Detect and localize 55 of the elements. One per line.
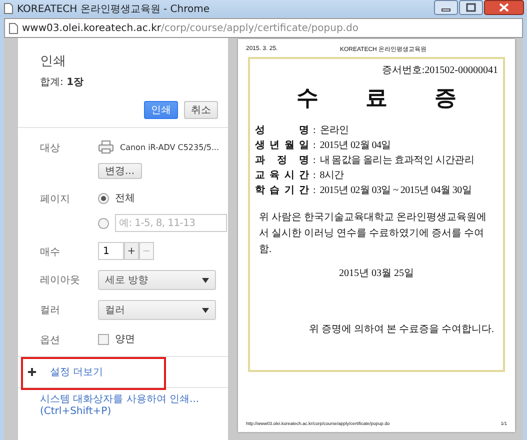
plus-icon <box>28 368 36 376</box>
copies-field[interactable]: 1 <box>98 242 124 260</box>
caret-icon <box>202 278 209 282</box>
certificate-number: 증서번호:201502-00000041 <box>382 64 498 77</box>
increment-button[interactable]: + <box>124 242 139 260</box>
field-label: 생 년 월 일 <box>255 139 309 153</box>
setting-label: 컬러 <box>40 304 61 317</box>
field-label: 성 명 <box>255 124 309 138</box>
field-value: 8시간 <box>320 169 344 183</box>
dropdown[interactable]: 컬러 <box>98 300 216 320</box>
field-colon: : <box>313 139 316 153</box>
setting-label: 대상 <box>40 142 61 155</box>
field-value: 내 몸값을 올리는 효과적인 시간관리 <box>320 154 474 168</box>
field-value: 2015년 02월 03일 ~ 2015년 04월 30일 <box>320 184 472 198</box>
issue-date: 2015년 03월 25일 <box>339 267 414 280</box>
maximize-icon[interactable] <box>459 0 483 15</box>
dialog-title: 인쇄 <box>40 53 66 70</box>
field-value: 온라인 <box>320 124 349 138</box>
field-label: 학 습 기 간 <box>255 184 309 198</box>
caret-icon <box>202 308 209 312</box>
minimize-icon[interactable] <box>434 0 458 15</box>
setting-label: 레이아웃 <box>40 274 81 287</box>
setting-label: 옵션 <box>40 334 61 347</box>
closing-text: 위 증명에 의하여 본 수료증을 수여합니다. <box>309 323 494 336</box>
printer-icon <box>98 140 114 154</box>
dropdown[interactable]: 세로 방향 <box>98 270 216 290</box>
page-icon <box>4 3 13 14</box>
change-button[interactable]: 변경... <box>98 163 142 179</box>
setting-label: 매수 <box>40 246 61 259</box>
close-icon[interactable] <box>484 0 524 15</box>
page-range-field[interactable]: 예: 1-5, 8, 11-13 <box>115 214 227 232</box>
field-label: 과 정 명 <box>255 154 309 168</box>
system-dialog-link[interactable]: 시스템 대화상자를 사용하여 인쇄... (Ctrl+Shift+P) <box>40 394 220 418</box>
field-label: 교 육 시 간 <box>255 169 309 183</box>
field-colon: : <box>313 169 316 183</box>
more-settings-link[interactable]: 설정 더보기 <box>50 365 104 379</box>
cancel-button[interactable]: 취소 <box>184 101 218 119</box>
certificate-statement: 위 사람은 한국기술교육대학교 온라인평생교육원에서 실시한 이러닝 연수를 수료하였기에 증서를 수여함. <box>258 211 488 257</box>
setting-label: 페이지 <box>40 193 71 206</box>
field-colon: : <box>313 124 316 138</box>
total-pages: 합계: 1장 <box>40 76 84 89</box>
printer-name: Canon iR-ADV C5235/5... <box>120 142 220 152</box>
field-value: 2015년 02월 04일 <box>320 139 391 153</box>
certificate-title: 수 <box>296 84 318 112</box>
radio-button[interactable] <box>98 192 109 204</box>
radio-button[interactable] <box>98 218 109 228</box>
checkbox[interactable] <box>98 334 109 344</box>
radio-label: 전체 <box>115 192 135 205</box>
field-colon: : <box>313 184 316 198</box>
field-colon: : <box>313 154 316 168</box>
certificate-title: 료 <box>366 84 388 112</box>
page-icon <box>9 22 18 34</box>
window-title: KOREATECH 온라인평생교육원 - Chrome <box>17 2 211 16</box>
certificate-title: 증 <box>434 84 456 112</box>
checkbox-label: 양면 <box>115 333 135 346</box>
